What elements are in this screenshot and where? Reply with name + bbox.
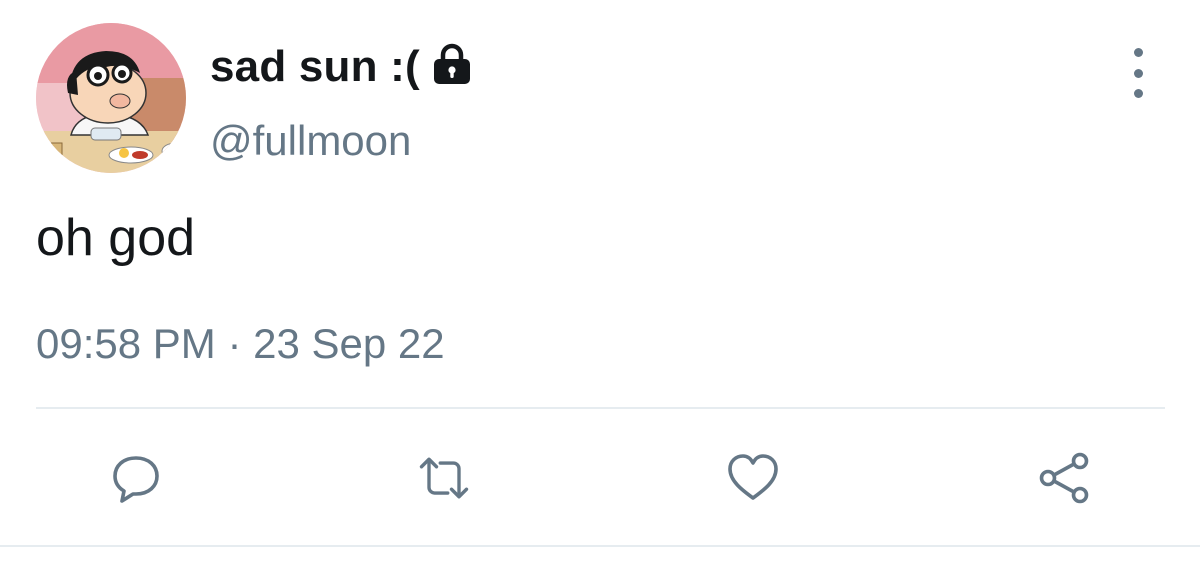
retweet-button[interactable] bbox=[414, 448, 474, 508]
display-name-row: sad sun :( bbox=[210, 40, 474, 94]
lock-icon bbox=[430, 42, 474, 86]
share-icon bbox=[1039, 452, 1089, 504]
avatar-image bbox=[36, 23, 186, 173]
more-dot-icon bbox=[1133, 68, 1143, 78]
avatar[interactable] bbox=[36, 23, 186, 173]
retweet-icon bbox=[419, 457, 469, 499]
comment-icon bbox=[113, 456, 159, 503]
more-dot-icon bbox=[1133, 89, 1143, 98]
tweet-text: oh god bbox=[36, 209, 196, 267]
more-options-button[interactable] bbox=[1116, 48, 1160, 98]
more-dot-icon bbox=[1133, 48, 1143, 57]
reply-button[interactable] bbox=[106, 448, 166, 508]
bottom-divider bbox=[0, 545, 1200, 547]
display-name[interactable]: sad sun :( bbox=[210, 42, 420, 92]
divider bbox=[36, 407, 1165, 409]
heart-icon bbox=[728, 454, 778, 500]
share-button[interactable] bbox=[1034, 448, 1094, 508]
user-handle[interactable]: @fullmoon bbox=[210, 117, 411, 165]
tweet-actions bbox=[0, 448, 1200, 508]
like-button[interactable] bbox=[723, 448, 783, 508]
tweet-timestamp[interactable]: 09:58 PM · 23 Sep 22 bbox=[36, 320, 445, 368]
